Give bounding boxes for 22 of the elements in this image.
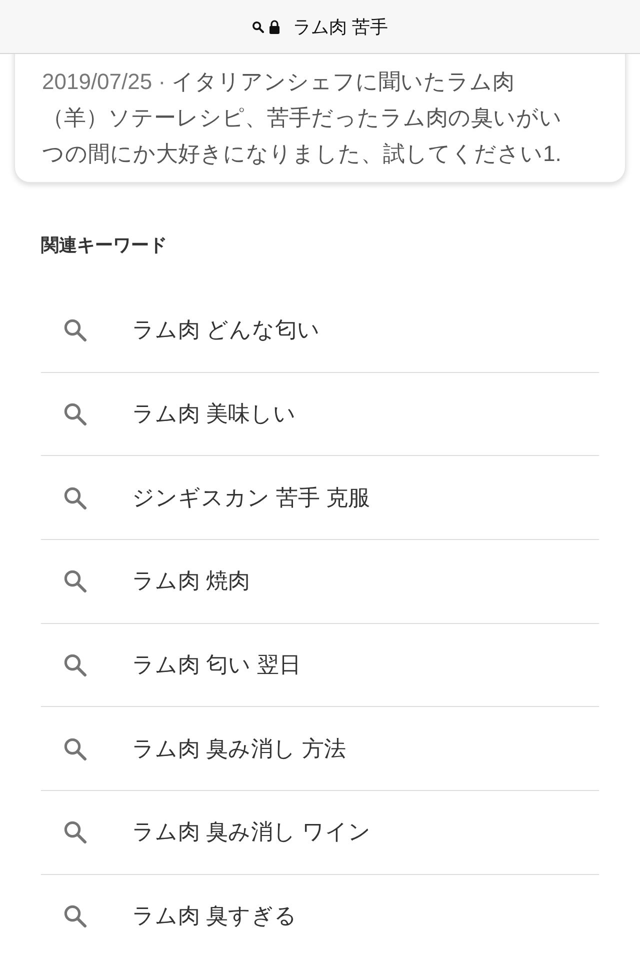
related-search-link[interactable]: ラム肉 どんな匂い (41, 315, 330, 346)
section-heading: 関連キーワード (41, 234, 167, 257)
related-search-link[interactable]: ラム肉 臭み消し ワイン (41, 817, 382, 848)
search-icon (63, 318, 87, 342)
search-icon (63, 569, 87, 594)
search-icon (63, 402, 87, 426)
related-search-link[interactable]: ラム肉 匂い 翌日 (41, 650, 312, 680)
related-search-link[interactable]: ラム肉 美味しい (41, 398, 306, 429)
result-snippet: 2019/07/25 · イタリアンシェフに聞いたラム肉（羊）ソテーレシピ、苦手だったラム肉の臭いがいつの間にか大好きになりました、試してください1. (42, 68, 562, 168)
related-search-link[interactable]: ジンギスカン 苦手 克服 (41, 482, 380, 513)
search-icon (252, 20, 264, 32)
search-icon (63, 652, 87, 677)
address-bar[interactable]: ラム肉 苦手 (0, 0, 640, 54)
related-search-link[interactable]: ラム肉 臭すぎる (41, 901, 308, 932)
related-search-link[interactable]: ラム肉 臭み消し 方法 (41, 734, 356, 764)
related-search-link[interactable]: ラム肉 焼肉 (41, 566, 260, 596)
search-icon (63, 820, 87, 844)
search-icon (63, 736, 87, 761)
lock-icon (268, 20, 280, 34)
search-icon (63, 904, 87, 928)
address-text: ラム肉 苦手 (292, 18, 388, 36)
search-icon (63, 486, 87, 510)
